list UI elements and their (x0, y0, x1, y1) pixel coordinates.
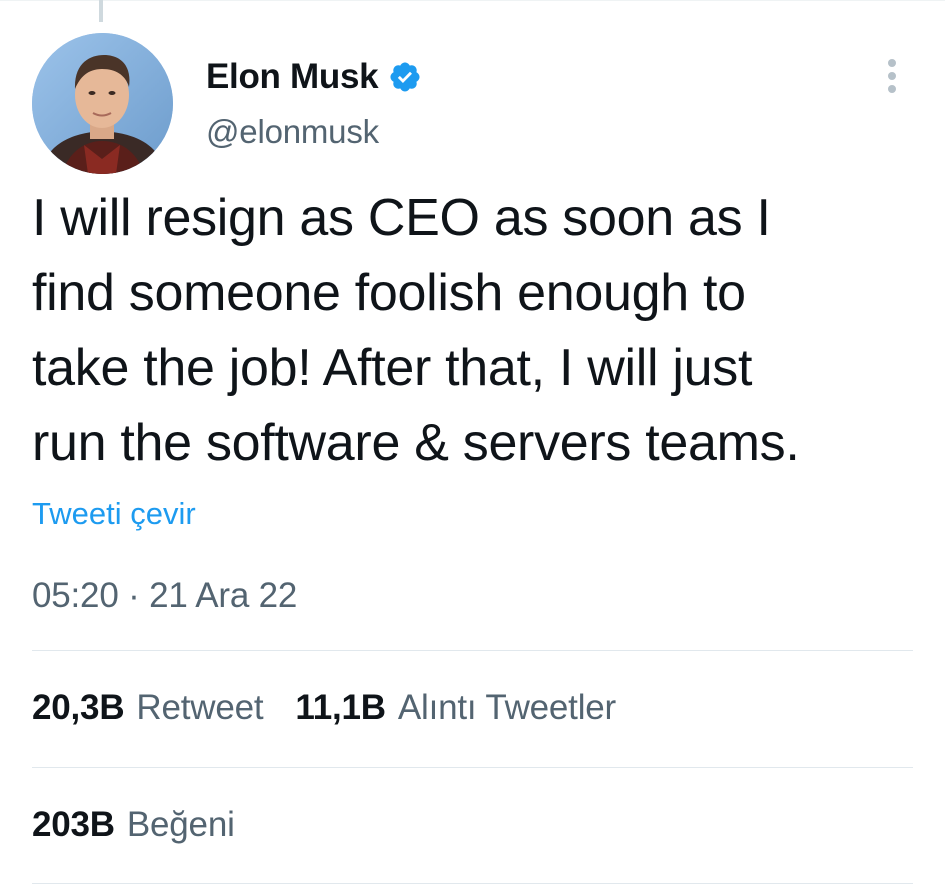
thread-connector-line (99, 0, 103, 22)
likes-stat[interactable]: 203B Beğeni (32, 805, 235, 845)
retweets-count: 20,3B (32, 688, 125, 727)
tweet-text-line: take the job! After that, I will just (32, 339, 753, 397)
tweet-text-line: find someone foolish enough to (32, 264, 746, 322)
retweets-stat[interactable]: 20,3B Retweet (32, 688, 264, 728)
author-name-row[interactable]: Elon Musk (206, 55, 422, 99)
verified-badge-icon (388, 60, 422, 94)
divider (32, 883, 913, 884)
tweet-text-line: run the software & servers teams. (32, 414, 800, 472)
divider (32, 767, 913, 768)
quote-tweets-count: 11,1B (295, 688, 386, 727)
quote-tweets-stat[interactable]: 11,1B Alıntı Tweetler (295, 688, 616, 728)
retweet-stats-row: 20,3B Retweet 11,1B Alıntı Tweetler (32, 688, 616, 728)
retweets-label: Retweet (136, 688, 264, 727)
avatar[interactable] (32, 33, 173, 174)
author-handle[interactable]: @elonmusk (206, 113, 379, 151)
quote-tweets-label: Alıntı Tweetler (397, 688, 617, 727)
likes-stats-row: 203B Beğeni (32, 805, 235, 845)
author-display-name[interactable]: Elon Musk (206, 57, 379, 97)
divider (32, 650, 913, 651)
more-vertical-icon[interactable] (880, 56, 904, 96)
likes-count: 203B (32, 805, 115, 844)
avatar-image (32, 33, 173, 174)
tweet-text: I will resign as CEO as soon as I find s… (32, 181, 932, 481)
translate-tweet-link[interactable]: Tweeti çevir (32, 496, 196, 532)
tweet-timestamp[interactable]: 05:20 · 21 Ara 22 (32, 576, 297, 616)
top-border (0, 0, 945, 1)
tweet-text-line: I will resign as CEO as soon as I (32, 189, 771, 247)
likes-label: Beğeni (126, 805, 235, 844)
